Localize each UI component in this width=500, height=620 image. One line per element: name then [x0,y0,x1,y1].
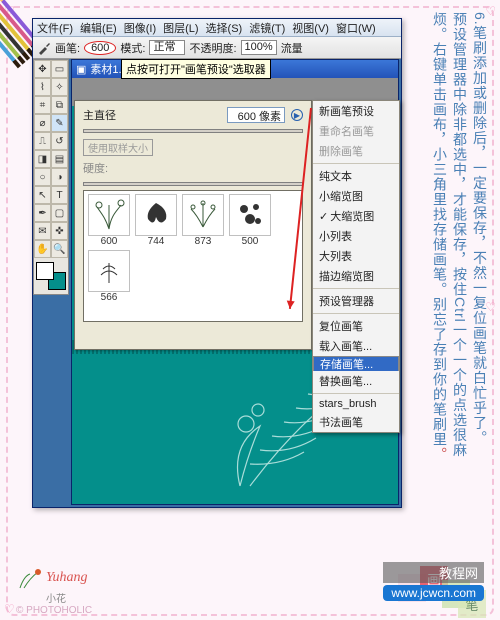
slice-tool[interactable]: ⧉ [51,96,68,114]
path-tool[interactable]: ↖ [34,186,51,204]
menu-new-preset[interactable]: 新画笔预设 [313,101,399,121]
diameter-slider[interactable] [83,129,303,133]
lasso-tool[interactable]: ⌇ [34,78,51,96]
menu-load-brushes[interactable]: 载入画笔... [313,336,399,356]
menu-select[interactable]: 选择(S) [206,20,243,36]
toolbox[interactable]: ✥▭ ⌇✧ ⌗⧉ ⌀✎ ⎍↺ ◨▤ ○◑ ↖T ✒▢ ✉✜ ✋🔍 [33,59,69,295]
brush-tool-icon [37,41,51,55]
stamp-tool[interactable]: ⎍ [34,132,51,150]
crop-tool[interactable]: ⌗ [34,96,51,114]
gradient-tool[interactable]: ▤ [51,150,68,168]
menu-large-thumb[interactable]: 大缩览图 [313,206,399,226]
opacity-label: 不透明度: [189,40,236,56]
eyedropper-tool[interactable]: ✜ [51,222,68,240]
menu-reset-brushes[interactable]: 复位画笔 [313,316,399,336]
menu-window[interactable]: 窗口(W) [336,20,376,36]
color-swatch[interactable] [34,260,68,292]
shape-tool[interactable]: ▢ [51,204,68,222]
brush-preset[interactable]: 873 [181,194,225,247]
menu-save-brushes[interactable]: 存储画笔... [313,356,399,371]
notes-tool[interactable]: ✉ [34,222,51,240]
brush-preset[interactable]: 566 [87,250,131,303]
hardness-slider[interactable] [83,182,303,186]
tutorial-step-text: 6.笔刷添加或删除后，一定要保存，不然一复位画笔就白忙乎了。 预设管理器中除非都… [412,12,490,532]
photoholic-credit: © PHOTOHOLIC [16,605,92,616]
watermark: 教程网 www.jcwcn.com [383,562,484,602]
menu-small-thumb[interactable]: 小缩览图 [313,186,399,206]
menu-stars-brush[interactable]: stars_brush [313,396,399,412]
menu-stroke-thumb[interactable]: 描边缩览图 [313,266,399,286]
brush-preset-panel[interactable]: 主直径 600 像素 ▶ 使用取样大小 硬度: 600 744 873 500 … [74,100,312,350]
mode-select[interactable]: 正常 [149,40,185,55]
menu-large-list[interactable]: 大列表 [313,246,399,266]
zoom-tool[interactable]: 🔍 [51,240,68,258]
blur-tool[interactable]: ○ [34,168,51,186]
flyout-menu-icon[interactable]: ▶ [291,109,303,121]
heal-tool[interactable]: ⌀ [34,114,51,132]
mode-label: 模式: [120,40,145,56]
menu-layer[interactable]: 图层(L) [163,20,198,36]
menu-small-list[interactable]: 小列表 [313,226,399,246]
brush-grid[interactable]: 600 744 873 500 566 [83,190,303,322]
diameter-label: 主直径 [83,107,116,123]
hand-tool[interactable]: ✋ [34,240,51,258]
tooltip: 点按可打开"画笔预设"选取器 [121,59,271,79]
type-tool[interactable]: T [51,186,68,204]
menu-rename-brush: 重命名画笔 [313,121,399,141]
pen-tool[interactable]: ✒ [34,204,51,222]
brush-preset-picker[interactable]: 600 [84,41,116,55]
menu-delete-brush: 删除画笔 [313,141,399,161]
menu-file[interactable]: 文件(F) [37,20,73,36]
history-brush-tool[interactable]: ↺ [51,132,68,150]
flow-label: 流量 [281,40,303,56]
menu-filter[interactable]: 滤镜(T) [249,20,285,36]
wand-tool[interactable]: ✧ [51,78,68,96]
hardness-label: 硬度: [75,158,311,178]
menu-text-only[interactable]: 纯文本 [313,166,399,186]
move-tool[interactable]: ✥ [34,60,51,78]
brush-label: 画笔: [55,40,80,56]
brush-preset[interactable]: 744 [134,194,178,247]
use-sample-size-button: 使用取样大小 [83,139,153,156]
menu-bar[interactable]: 文件(F) 编辑(E) 图像(I) 图层(L) 选择(S) 滤镜(T) 视图(V… [33,19,401,37]
opacity-input[interactable]: 100% [241,40,277,55]
dodge-tool[interactable]: ◑ [51,168,68,186]
signature: Yuhang [16,566,92,590]
brush-preset[interactable]: 500 [228,194,272,247]
menu-image[interactable]: 图像(I) [124,20,156,36]
brush-preset[interactable]: 600 [87,194,131,247]
brush-flyout-menu[interactable]: 新画笔预设 重命名画笔 删除画笔 纯文本 小缩览图 大缩览图 小列表 大列表 描… [312,100,400,433]
menu-view[interactable]: 视图(V) [292,20,329,36]
options-bar: 画笔: 600 模式: 正常 不透明度: 100% 流量 [33,37,401,59]
menu-replace-brushes[interactable]: 替换画笔... [313,371,399,391]
marquee-tool[interactable]: ▭ [51,60,68,78]
eraser-tool[interactable]: ◨ [34,150,51,168]
diameter-input[interactable]: 600 像素 [227,107,285,123]
menu-preset-manager[interactable]: 预设管理器 [313,291,399,311]
file-icon: ▣ [76,63,86,76]
brush-tool[interactable]: ✎ [51,114,68,132]
menu-edit[interactable]: 编辑(E) [80,20,117,36]
menu-calligraphy-brush[interactable]: 书法画笔 [313,412,399,432]
